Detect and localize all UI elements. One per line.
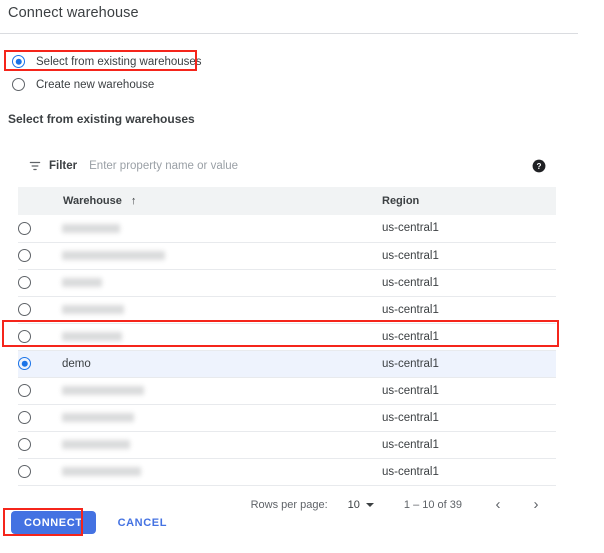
table-row[interactable]: demous-central1 <box>18 350 556 377</box>
next-page-button[interactable]: › <box>526 497 546 512</box>
table-header: Warehouse ↑ Region <box>18 187 556 215</box>
table-row[interactable]: us-central1 <box>18 215 556 242</box>
svg-text:?: ? <box>537 162 542 171</box>
column-header-select <box>18 187 62 215</box>
column-header-region-label: Region <box>382 195 419 207</box>
region-cell: us-central1 <box>382 296 556 323</box>
region-cell: us-central1 <box>382 350 556 377</box>
row-select-cell[interactable] <box>18 323 62 350</box>
page-range-label: 1 – 10 of 39 <box>404 499 462 511</box>
row-select-cell[interactable] <box>18 377 62 404</box>
section-heading: Select from existing warehouses <box>8 112 195 126</box>
header-divider <box>0 33 578 34</box>
sort-ascending-icon[interactable]: ↑ <box>131 196 137 207</box>
radio-option-create-new[interactable]: Create new warehouse <box>12 75 372 94</box>
warehouse-name-cell <box>62 431 382 458</box>
warehouse-name-cell: demo <box>62 350 382 377</box>
warehouse-mode-radio-group: Select from existing warehouses Create n… <box>12 52 372 98</box>
warehouse-name-cell <box>62 377 382 404</box>
region-cell: us-central1 <box>382 404 556 431</box>
row-select-cell[interactable] <box>18 458 62 485</box>
radio-icon-unselected[interactable] <box>12 78 25 91</box>
table-row[interactable]: us-central1 <box>18 404 556 431</box>
warehouse-name-cell <box>62 404 382 431</box>
table-row[interactable]: us-central1 <box>18 242 556 269</box>
table-row[interactable]: us-central1 <box>18 296 556 323</box>
connect-button[interactable]: CONNECT <box>11 511 96 534</box>
radio-icon-unselected[interactable] <box>18 438 31 451</box>
warehouse-name-cell <box>62 215 382 242</box>
radio-icon-selected[interactable] <box>12 55 25 68</box>
region-cell: us-central1 <box>382 269 556 296</box>
previous-page-button[interactable]: ‹ <box>488 497 508 512</box>
radio-icon-unselected[interactable] <box>18 465 31 478</box>
warehouse-table: Warehouse ↑ Region us-central1us-central… <box>18 187 556 486</box>
redacted-warehouse-name <box>62 413 134 422</box>
table-row[interactable]: us-central1 <box>18 431 556 458</box>
cancel-button[interactable]: CANCEL <box>118 517 167 529</box>
row-select-cell[interactable] <box>18 296 62 323</box>
column-header-warehouse[interactable]: Warehouse ↑ <box>62 187 382 215</box>
redacted-warehouse-name <box>62 251 165 260</box>
region-cell: us-central1 <box>382 242 556 269</box>
radio-option-label: Create new warehouse <box>36 79 154 91</box>
footer-actions: CONNECT CANCEL <box>11 511 167 534</box>
page-title: Connect warehouse <box>8 5 139 21</box>
table-row[interactable]: us-central1 <box>18 323 556 350</box>
radio-icon-unselected[interactable] <box>18 330 31 343</box>
rows-per-page-label: Rows per page: <box>251 499 328 511</box>
chevron-down-icon[interactable] <box>366 503 374 507</box>
row-select-cell[interactable] <box>18 350 62 377</box>
table-header-row: Warehouse ↑ Region <box>18 187 556 215</box>
help-circle-icon[interactable]: ? <box>532 159 546 173</box>
radio-icon-selected[interactable] <box>18 357 31 370</box>
radio-icon-unselected[interactable] <box>18 222 31 235</box>
table-body: us-central1us-central1us-central1us-cent… <box>18 215 556 485</box>
warehouse-table-card: Filter ? Warehouse ↑ Region <box>18 145 556 524</box>
radio-icon-unselected[interactable] <box>18 411 31 424</box>
column-header-warehouse-label: Warehouse <box>63 195 122 207</box>
redacted-warehouse-name <box>62 386 144 395</box>
redacted-warehouse-name <box>62 305 124 314</box>
radio-icon-unselected[interactable] <box>18 249 31 262</box>
radio-icon-unselected[interactable] <box>18 276 31 289</box>
warehouse-name-cell <box>62 242 382 269</box>
region-cell: us-central1 <box>382 431 556 458</box>
radio-icon-unselected[interactable] <box>18 303 31 316</box>
rows-per-page-value: 10 <box>348 499 360 511</box>
row-select-cell[interactable] <box>18 269 62 296</box>
region-cell: us-central1 <box>382 215 556 242</box>
warehouse-name-cell <box>62 323 382 350</box>
filter-bar: Filter ? <box>18 145 556 187</box>
redacted-warehouse-name <box>62 224 120 233</box>
filter-input[interactable] <box>89 160 524 172</box>
redacted-warehouse-name <box>62 278 102 287</box>
radio-icon-unselected[interactable] <box>18 384 31 397</box>
rows-per-page-select[interactable]: 10 <box>348 499 374 511</box>
redacted-warehouse-name <box>62 467 141 476</box>
table-row[interactable]: us-central1 <box>18 458 556 485</box>
region-cell: us-central1 <box>382 458 556 485</box>
column-header-region[interactable]: Region <box>382 187 556 215</box>
radio-option-select-existing[interactable]: Select from existing warehouses <box>12 52 372 71</box>
table-row[interactable]: us-central1 <box>18 269 556 296</box>
warehouse-name-cell <box>62 269 382 296</box>
filter-icon[interactable] <box>28 159 42 173</box>
region-cell: us-central1 <box>382 377 556 404</box>
region-cell: us-central1 <box>382 323 556 350</box>
row-select-cell[interactable] <box>18 215 62 242</box>
row-select-cell[interactable] <box>18 404 62 431</box>
radio-option-label: Select from existing warehouses <box>36 56 202 68</box>
table-row[interactable]: us-central1 <box>18 377 556 404</box>
row-select-cell[interactable] <box>18 242 62 269</box>
row-select-cell[interactable] <box>18 431 62 458</box>
warehouse-name-cell <box>62 296 382 323</box>
redacted-warehouse-name <box>62 332 122 341</box>
warehouse-name-cell <box>62 458 382 485</box>
redacted-warehouse-name <box>62 440 130 449</box>
filter-label: Filter <box>49 160 77 172</box>
